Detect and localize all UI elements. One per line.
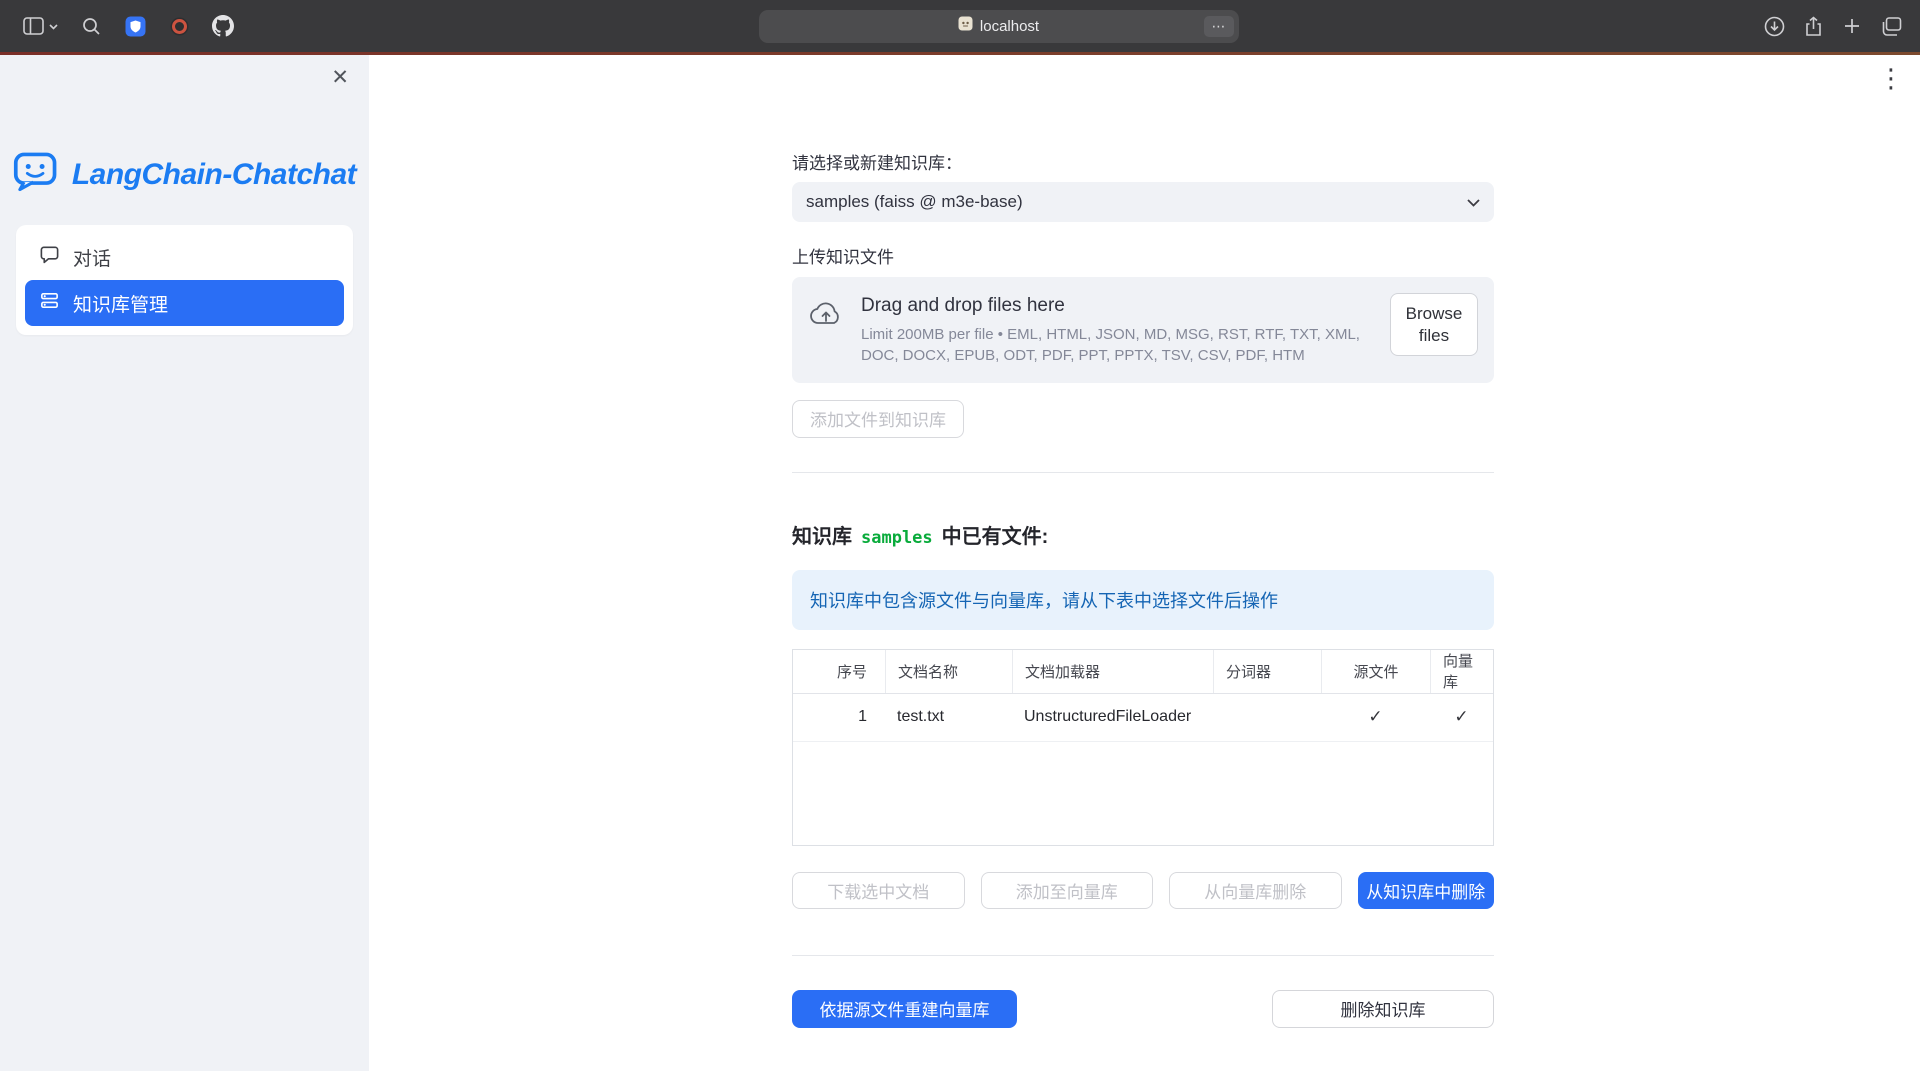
app-page: ⋮ ✕ LangChain-Chatchat	[0, 55, 1920, 1080]
rebuild-vector-store-button[interactable]: 依据源文件重建向量库	[792, 990, 1017, 1028]
add-to-vector-store-button[interactable]: 添加至向量库	[981, 872, 1154, 909]
cell-source-file-check: ✓	[1321, 694, 1430, 741]
col-header-splitter[interactable]: 分词器	[1213, 650, 1321, 693]
tab-overview-icon[interactable]	[1880, 15, 1902, 37]
kb-name-code: samples	[861, 528, 933, 548]
row-actions: 下载选中文档 添加至向量库 从向量库删除 从知识库中删除	[792, 872, 1494, 909]
sidebar: ✕ LangChain-Chatchat 对	[0, 55, 369, 1071]
address-options-button[interactable]: ⋯	[1204, 16, 1234, 37]
streamlit-menu-button[interactable]: ⋮	[1878, 65, 1904, 91]
table-header-row: 序号 文档名称 文档加载器 分词器 源文件 向量库	[793, 650, 1493, 694]
sidebar-close-icon[interactable]: ✕	[331, 67, 349, 88]
kb-select-value: samples (faiss @ m3e-base)	[806, 192, 1023, 212]
search-icon[interactable]	[80, 15, 102, 37]
site-favicon	[958, 16, 973, 36]
kb-select-label: 请选择或新建知识库：	[792, 149, 1494, 174]
add-files-to-kb-button[interactable]: 添加文件到知识库	[792, 400, 964, 438]
new-tab-icon[interactable]	[1841, 15, 1863, 37]
nav-item-label: 知识库管理	[73, 290, 168, 317]
knowledge-base-icon	[39, 290, 60, 317]
extension-blue-shield-icon[interactable]	[124, 15, 146, 37]
nav-item-label: 对话	[73, 244, 111, 271]
nav-item-knowledge-base[interactable]: 知识库管理	[25, 280, 344, 326]
col-header-vector-store[interactable]: 向量库	[1430, 650, 1493, 693]
cloud-upload-icon	[808, 293, 844, 334]
dropzone-instructions: Drag and drop files here Limit 200MB per…	[861, 293, 1373, 367]
address-bar[interactable]: localhost ⋯	[759, 10, 1239, 43]
extension-ring-icon[interactable]	[168, 15, 190, 37]
dropzone-title: Drag and drop files here	[861, 295, 1373, 317]
browser-toolbar: localhost ⋯	[0, 0, 1920, 52]
share-icon[interactable]	[1802, 15, 1824, 37]
kb-heading-suffix: 中已有文件:	[942, 520, 1049, 549]
col-header-doc-name[interactable]: 文档名称	[885, 650, 1012, 693]
col-header-loader[interactable]: 文档加载器	[1012, 650, 1213, 693]
upload-section-label: 上传知识文件	[792, 243, 1494, 268]
cell-vector-store-check: ✓	[1430, 694, 1493, 741]
app-logo: LangChain-Chatchat	[0, 151, 369, 198]
divider	[792, 472, 1494, 473]
sidebar-nav: 对话 知识库管理	[16, 225, 353, 335]
chat-icon	[39, 244, 60, 271]
download-selected-button[interactable]: 下载选中文档	[792, 872, 965, 909]
github-extension-icon[interactable]	[212, 15, 234, 37]
cell-loader: UnstructuredFileLoader	[1012, 694, 1213, 741]
chat-bubble-logo-icon	[13, 151, 61, 198]
cell-index: 1	[793, 694, 885, 741]
chevron-down-icon	[1467, 192, 1480, 212]
dropzone-limit-text: Limit 200MB per file • EML, HTML, JSON, …	[861, 324, 1373, 367]
col-header-source-file[interactable]: 源文件	[1321, 650, 1430, 693]
main-content: 请选择或新建知识库： samples (faiss @ m3e-base) 上传…	[792, 55, 1494, 1028]
delete-kb-button[interactable]: 删除知识库	[1272, 990, 1494, 1028]
app-logo-text: LangChain-Chatchat	[72, 158, 356, 192]
col-header-index[interactable]: 序号	[793, 650, 885, 693]
kb-files-heading: 知识库 samples 中已有文件:	[792, 520, 1494, 549]
address-text: localhost	[980, 18, 1039, 35]
delete-from-kb-button[interactable]: 从知识库中删除	[1358, 872, 1495, 909]
kb-select[interactable]: samples (faiss @ m3e-base)	[792, 182, 1494, 222]
kb-files-table: 序号 文档名称 文档加载器 分词器 源文件 向量库 1 test.txt Uns…	[792, 649, 1494, 846]
cell-doc-name: test.txt	[885, 694, 1012, 741]
table-row[interactable]: 1 test.txt UnstructuredFileLoader ✓ ✓	[793, 694, 1493, 742]
chevron-down-icon	[49, 17, 58, 35]
browser-sidebar-toggle[interactable]	[22, 15, 58, 37]
divider	[792, 955, 1494, 956]
info-alert: 知识库中包含源文件与向量库，请从下表中选择文件后操作	[792, 570, 1494, 630]
downloads-icon[interactable]	[1763, 15, 1785, 37]
kb-actions: 依据源文件重建向量库 删除知识库	[792, 990, 1494, 1028]
file-dropzone[interactable]: Drag and drop files here Limit 200MB per…	[792, 277, 1494, 383]
kb-heading-prefix: 知识库	[792, 520, 852, 549]
cell-splitter	[1213, 694, 1321, 741]
delete-from-vector-store-button[interactable]: 从向量库删除	[1169, 872, 1342, 909]
browse-files-button[interactable]: Browse files	[1390, 293, 1478, 356]
sidebar-toggle-icon	[22, 15, 44, 37]
nav-item-dialogue[interactable]: 对话	[25, 234, 344, 280]
